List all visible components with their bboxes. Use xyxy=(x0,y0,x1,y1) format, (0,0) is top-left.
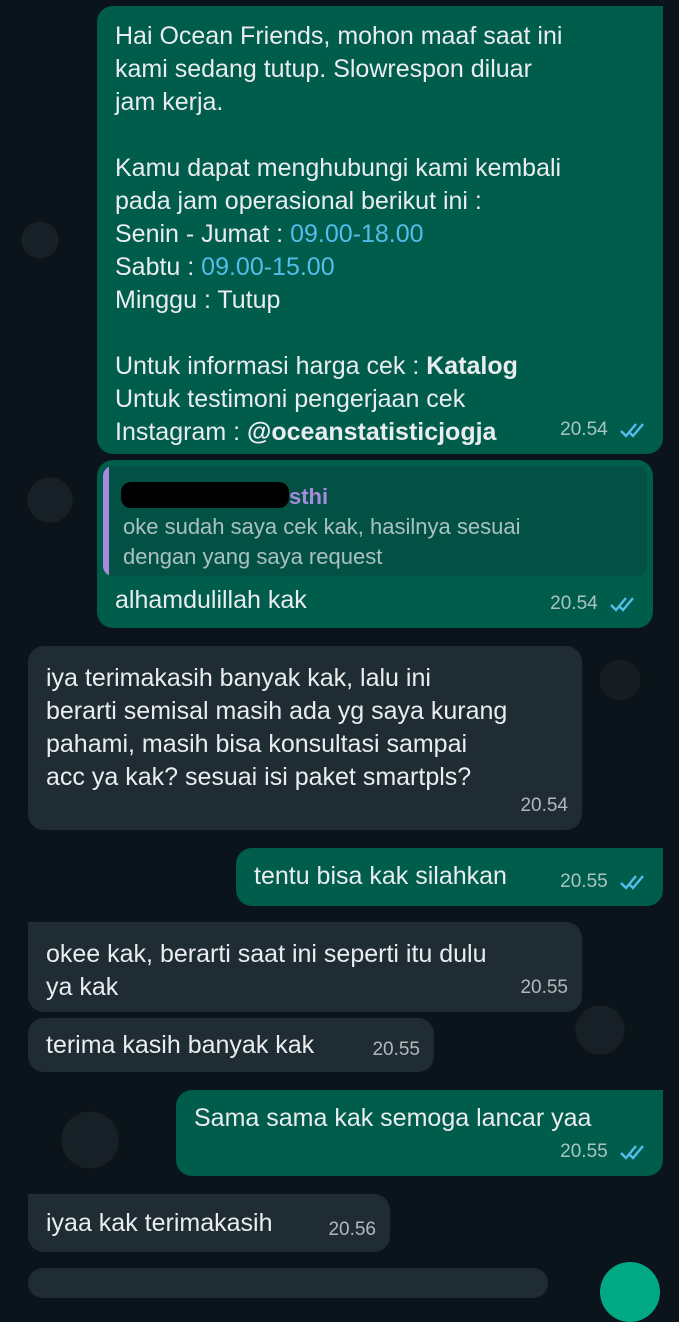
message-text-line: iya terimakasih banyak kak, lalu ini xyxy=(46,664,431,692)
message-text-line: pahami, masih bisa konsultasi sampai xyxy=(46,730,468,758)
message-text-line: berarti semisal masih ada yg saya kurang xyxy=(46,697,508,725)
message-text-line: kami sedang tutup. Slowrespon diluar xyxy=(115,55,532,83)
label-text: Senin - Jumat : xyxy=(115,220,291,248)
phone-link[interactable]: 09.00-18.00 xyxy=(290,220,423,248)
message-bubble-incoming-partial[interactable] xyxy=(28,1268,548,1298)
message-bubble-incoming[interactable]: okee kak, berarti saat ini seperti itu d… xyxy=(28,922,582,1012)
message-bubble-incoming[interactable]: iya terimakasih banyak kak, lalu ini ber… xyxy=(28,646,582,830)
message-time: 20.55 xyxy=(560,1141,608,1162)
message-text: iyaa kak terimakasih xyxy=(46,1209,273,1237)
message-time: 20.54 xyxy=(520,795,568,816)
read-ticks-icon xyxy=(620,423,644,438)
scroll-to-bottom-button[interactable] xyxy=(600,1262,660,1322)
message-bubble-outgoing[interactable]: Sama sama kak semoga lancar yaa 20.55 xyxy=(176,1090,663,1176)
message-meta: 20.54 xyxy=(550,587,639,620)
message-meta: 20.55 xyxy=(560,865,649,898)
message-bubble-incoming[interactable]: terima kasih banyak kak 20.55 xyxy=(28,1018,434,1072)
message-text-line: Sabtu : 09.00-15.00 xyxy=(115,251,655,284)
message-bubble-outgoing[interactable]: Hai Ocean Friends, mohon maaf saat ini k… xyxy=(97,6,663,454)
message-time: 20.54 xyxy=(560,419,608,440)
quoted-message[interactable]: sthi oke sudah saya cek kak, hasilnya se… xyxy=(103,466,647,576)
read-ticks-icon xyxy=(620,875,644,890)
message-text-line: Senin - Jumat : 09.00-18.00 xyxy=(115,218,655,251)
read-ticks-icon xyxy=(610,597,634,612)
message-text-line: Untuk informasi harga cek : Katalog xyxy=(115,350,655,383)
quote-sender-name: sthi xyxy=(289,484,329,509)
message-text-line: Minggu : Tutup xyxy=(115,286,281,314)
message-meta: 20.54 xyxy=(560,413,649,446)
message-time: 20.55 xyxy=(560,871,608,892)
message-text: alhamdulillah kak xyxy=(115,586,307,614)
message-bubble-outgoing[interactable]: tentu bisa kak silahkan 20.55 xyxy=(236,848,663,906)
message-text-line: Untuk testimoni pengerjaan cek xyxy=(115,385,466,413)
bold-text: Katalog xyxy=(426,352,518,380)
message-text-line: acc ya kak? sesuai isi paket smartpls? xyxy=(46,763,472,791)
message-text: Sama sama kak semoga lancar yaa xyxy=(194,1104,592,1132)
read-ticks-icon xyxy=(620,1145,644,1160)
quote-text-line: dengan yang saya request xyxy=(123,544,383,569)
message-text-line: jam kerja. xyxy=(115,88,224,116)
message-text-line: pada jam operasional berikut ini : xyxy=(115,187,482,215)
message-text-line: Kamu dapat menghubungi kami kembali xyxy=(115,154,562,182)
quote-accent-bar xyxy=(103,466,109,576)
quote-text-line: oke sudah saya cek kak, hasilnya sesuai xyxy=(123,514,521,539)
phone-link[interactable]: 09.00-15.00 xyxy=(201,253,334,281)
message-meta: 20.55 xyxy=(560,1135,649,1168)
label-text: Instagram : xyxy=(115,418,247,446)
message-text-line: Hai Ocean Friends, mohon maaf saat ini xyxy=(115,22,563,50)
message-text-line: ya kak xyxy=(46,973,119,1001)
message-text: terima kasih banyak kak xyxy=(46,1031,315,1059)
message-text-line: okee kak, berarti saat ini seperti itu d… xyxy=(46,940,487,968)
message-time: 20.55 xyxy=(372,1039,420,1060)
message-time: 20.54 xyxy=(550,593,598,614)
label-text: Untuk informasi harga cek : xyxy=(115,352,427,380)
message-bubble-outgoing[interactable]: sthi oke sudah saya cek kak, hasilnya se… xyxy=(97,460,653,628)
message-time: 20.56 xyxy=(328,1219,376,1240)
bold-text: @oceanstatisticjogja xyxy=(247,418,497,446)
message-bubble-incoming[interactable]: iyaa kak terimakasih 20.56 xyxy=(28,1194,390,1252)
redacted-name xyxy=(121,482,289,508)
label-text: Sabtu : xyxy=(115,253,202,281)
quote-text: oke sudah saya cek kak, hasilnya sesuai … xyxy=(123,512,520,572)
message-time: 20.55 xyxy=(520,977,568,998)
message-text: tentu bisa kak silahkan xyxy=(254,862,507,890)
